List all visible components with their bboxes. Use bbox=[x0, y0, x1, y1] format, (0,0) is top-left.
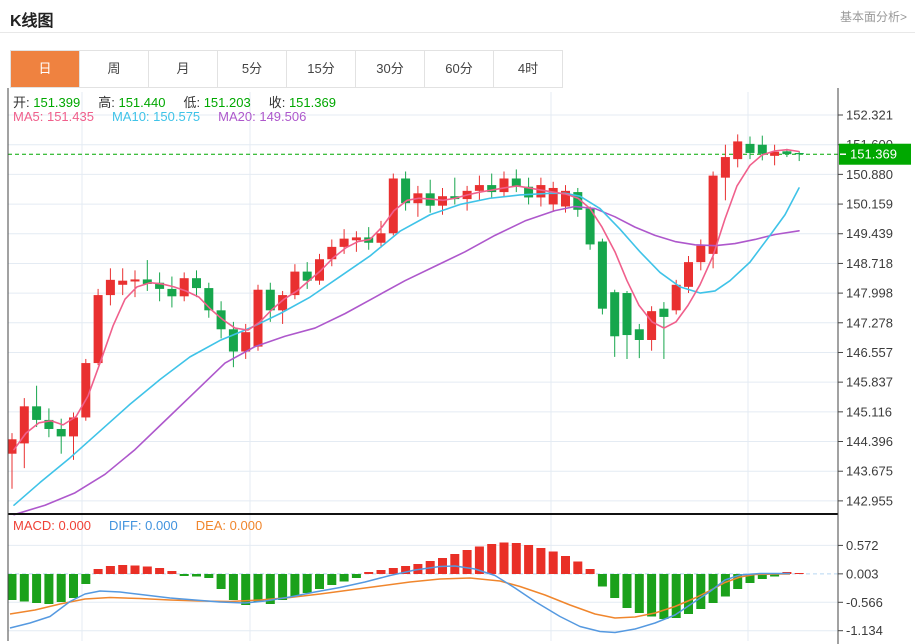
legend-ma-item-2: MA20: 149.506 bbox=[218, 109, 307, 124]
svg-text:143.675: 143.675 bbox=[846, 464, 893, 479]
svg-text:147.278: 147.278 bbox=[846, 315, 893, 330]
legend-ma-item-0: MA5: 151.435 bbox=[13, 109, 94, 124]
svg-text:144.396: 144.396 bbox=[846, 434, 893, 449]
kline-chart[interactable]: 152.321151.600150.880150.159149.439148.7… bbox=[0, 88, 915, 644]
header-divider bbox=[0, 32, 915, 33]
svg-text:148.718: 148.718 bbox=[846, 256, 893, 271]
ma20-line bbox=[13, 205, 800, 516]
legend-ohlc-item-2: 低: 151.203 bbox=[183, 95, 251, 110]
legend-ma-item-1: MA10: 150.575 bbox=[111, 109, 201, 124]
svg-text:142.955: 142.955 bbox=[846, 493, 893, 508]
page-title: K线图 bbox=[10, 13, 54, 30]
legend-ohlc-item-1: 高: 151.440 bbox=[98, 95, 166, 110]
svg-text:147.998: 147.998 bbox=[846, 286, 893, 301]
svg-text:150.880: 150.880 bbox=[846, 167, 893, 182]
tab-week[interactable]: 周 bbox=[80, 51, 149, 87]
tab-60min[interactable]: 60分 bbox=[425, 51, 494, 87]
svg-text:152.321: 152.321 bbox=[846, 108, 893, 123]
svg-text:-0.566: -0.566 bbox=[846, 595, 883, 610]
page-header: K线图 基本面分析> bbox=[0, 0, 915, 32]
legend-macd-item-0: MACD: 0.000 bbox=[13, 518, 92, 533]
last-price-badge: 151.369 bbox=[839, 143, 911, 165]
macd-histogram bbox=[7, 542, 804, 619]
macd-legend: MACD: 0.000 DIFF: 0.000 DEA: 0.000 bbox=[13, 518, 280, 533]
legend-macd-item-1: DIFF: 0.000 bbox=[109, 518, 178, 533]
kline-page: K线图 基本面分析> 日周月5分15分30分60分4时 152.321151.6… bbox=[0, 0, 915, 644]
fundamental-analysis-link[interactable]: 基本面分析> bbox=[840, 8, 907, 25]
tab-day[interactable]: 日 bbox=[11, 51, 80, 87]
ma10-line bbox=[13, 187, 800, 507]
price-axis-labels: 152.321151.600150.880150.159149.439148.7… bbox=[838, 108, 893, 638]
chart-area: 152.321151.600150.880150.159149.439148.7… bbox=[0, 88, 915, 644]
ma-legend: MA5: 151.435 MA10: 150.575 MA20: 149.506 bbox=[13, 109, 324, 124]
legend-macd-item-2: DEA: 0.000 bbox=[195, 518, 263, 533]
tab-4hour[interactable]: 4时 bbox=[494, 51, 563, 87]
tab-30min[interactable]: 30分 bbox=[356, 51, 425, 87]
svg-text:146.557: 146.557 bbox=[846, 345, 893, 360]
tab-5min[interactable]: 5分 bbox=[218, 51, 287, 87]
tab-15min[interactable]: 15分 bbox=[287, 51, 356, 87]
interval-tabbar: 日周月 5分 15分 30分 60分 4时 bbox=[10, 50, 563, 88]
tab-month[interactable]: 月 bbox=[149, 51, 218, 87]
svg-text:149.439: 149.439 bbox=[846, 226, 893, 241]
svg-text:151.369: 151.369 bbox=[850, 147, 897, 162]
svg-text:145.837: 145.837 bbox=[846, 375, 893, 390]
svg-text:0.003: 0.003 bbox=[846, 566, 879, 581]
svg-text:0.572: 0.572 bbox=[846, 538, 879, 553]
svg-text:-1.134: -1.134 bbox=[846, 623, 883, 638]
svg-text:150.159: 150.159 bbox=[846, 197, 893, 212]
legend-ohlc-item-0: 开: 151.399 bbox=[13, 95, 81, 110]
legend-ohlc-item-3: 收: 151.369 bbox=[268, 95, 336, 110]
svg-text:145.116: 145.116 bbox=[846, 404, 892, 419]
